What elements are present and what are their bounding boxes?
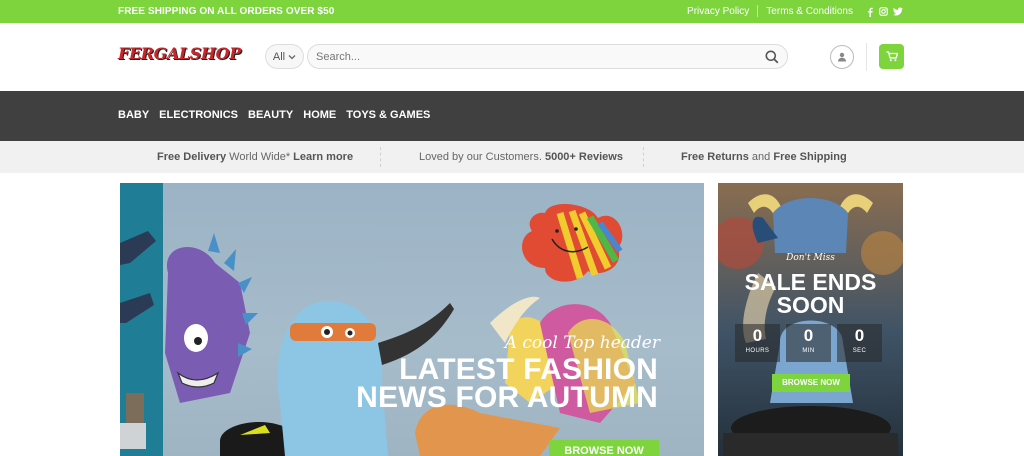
shipping-promo: FREE SHIPPING ON ALL ORDERS OVER $50 bbox=[118, 6, 335, 17]
search-input[interactable] bbox=[308, 45, 748, 68]
hero-browse-button[interactable]: BROWSE NOW bbox=[549, 440, 659, 456]
sale-kicker: Don't Miss bbox=[786, 253, 835, 263]
countdown-timer: 0 HOURS 0 MIN 0 SEC bbox=[735, 324, 882, 362]
nav-item-baby[interactable]: BABY bbox=[118, 109, 149, 121]
nav-item-beauty[interactable]: BEAUTY bbox=[248, 109, 293, 121]
site-logo[interactable]: FERGALSHOP bbox=[118, 44, 241, 63]
terms-link[interactable]: Terms & Conditions bbox=[766, 6, 853, 17]
feature-returns-title: Free Returns bbox=[681, 151, 749, 163]
sale-browse-button[interactable]: BROWSE NOW bbox=[772, 374, 850, 392]
header-divider bbox=[866, 43, 867, 71]
privacy-policy-link[interactable]: Privacy Policy bbox=[687, 6, 749, 17]
feature-bar: Free Delivery World Wide* Learn more Lov… bbox=[0, 141, 1024, 173]
hero-headline-line1: LATEST FASHION bbox=[399, 353, 658, 386]
feature-delivery: Free Delivery World Wide* Learn more bbox=[157, 151, 353, 163]
sale-banner[interactable]: Don't Miss SALE ENDS SOON 0 HOURS 0 MIN … bbox=[718, 183, 903, 456]
site-header: FERGALSHOP All bbox=[0, 23, 1024, 91]
nav-item-home[interactable]: HOME bbox=[303, 109, 336, 121]
sale-title-line1: SALE ENDS bbox=[744, 269, 877, 295]
countdown-hours-label: HOURS bbox=[745, 348, 770, 354]
feature-reviews: Loved by our Customers. 5000+ Reviews bbox=[419, 151, 623, 163]
main-nav: BABY ELECTRONICS BEAUTY HOME TOYS & GAME… bbox=[0, 91, 1024, 141]
countdown-hours-value: 0 bbox=[752, 326, 763, 345]
sale-figure-illustration bbox=[718, 194, 903, 456]
facebook-icon[interactable] bbox=[865, 7, 874, 17]
cart-icon[interactable] bbox=[879, 44, 904, 69]
divider bbox=[380, 147, 381, 167]
nav-item-toys-games[interactable]: TOYS & GAMES bbox=[346, 109, 430, 121]
top-links: Privacy Policy Terms & Conditions bbox=[687, 5, 903, 17]
sale-title: SALE ENDS SOON bbox=[718, 271, 903, 317]
learn-more-link[interactable]: Learn more bbox=[293, 151, 353, 163]
feature-shipping-title: Free Shipping bbox=[773, 151, 847, 163]
countdown-seconds-value: 0 bbox=[854, 326, 865, 345]
hero-toys-illustration bbox=[120, 183, 640, 456]
hero-kicker: A cool Top header bbox=[504, 333, 660, 353]
countdown-minutes: 0 MIN bbox=[786, 324, 831, 362]
hero-banner[interactable]: A cool Top header LATEST FASHION NEWS FO… bbox=[120, 183, 704, 456]
countdown-seconds: 0 SEC bbox=[837, 324, 882, 362]
chevron-down-icon bbox=[288, 51, 296, 63]
hero-headline: LATEST FASHION NEWS FOR AUTUMN bbox=[356, 353, 658, 414]
countdown-hours: 0 HOURS bbox=[735, 324, 780, 362]
feature-reviews-count: 5000+ Reviews bbox=[544, 151, 623, 163]
feature-delivery-title: Free Delivery bbox=[157, 151, 227, 163]
search-bar bbox=[307, 44, 788, 69]
countdown-minutes-value: 0 bbox=[803, 326, 814, 345]
category-value: All bbox=[272, 50, 286, 63]
social-links bbox=[865, 6, 903, 17]
sale-title-line2: SOON bbox=[776, 292, 845, 318]
countdown-seconds-label: SEC bbox=[852, 348, 867, 354]
top-bar: FREE SHIPPING ON ALL ORDERS OVER $50 Pri… bbox=[0, 0, 1024, 23]
twitter-icon[interactable] bbox=[893, 7, 903, 16]
search-icon[interactable] bbox=[765, 50, 779, 69]
feature-returns: Free Returns and Free Shipping bbox=[681, 151, 847, 163]
instagram-icon[interactable] bbox=[879, 6, 888, 16]
divider bbox=[757, 5, 759, 17]
feature-returns-and: and bbox=[751, 151, 771, 163]
feature-delivery-text: World Wide* bbox=[229, 151, 291, 163]
account-icon[interactable] bbox=[830, 45, 854, 69]
feature-reviews-text: Loved by our Customers. bbox=[419, 151, 542, 163]
divider bbox=[643, 147, 644, 167]
countdown-minutes-label: MIN bbox=[802, 348, 815, 354]
hero-headline-line2: NEWS FOR AUTUMN bbox=[356, 381, 658, 414]
nav-item-electronics[interactable]: ELECTRONICS bbox=[159, 109, 238, 121]
category-select[interactable]: All bbox=[265, 44, 304, 69]
